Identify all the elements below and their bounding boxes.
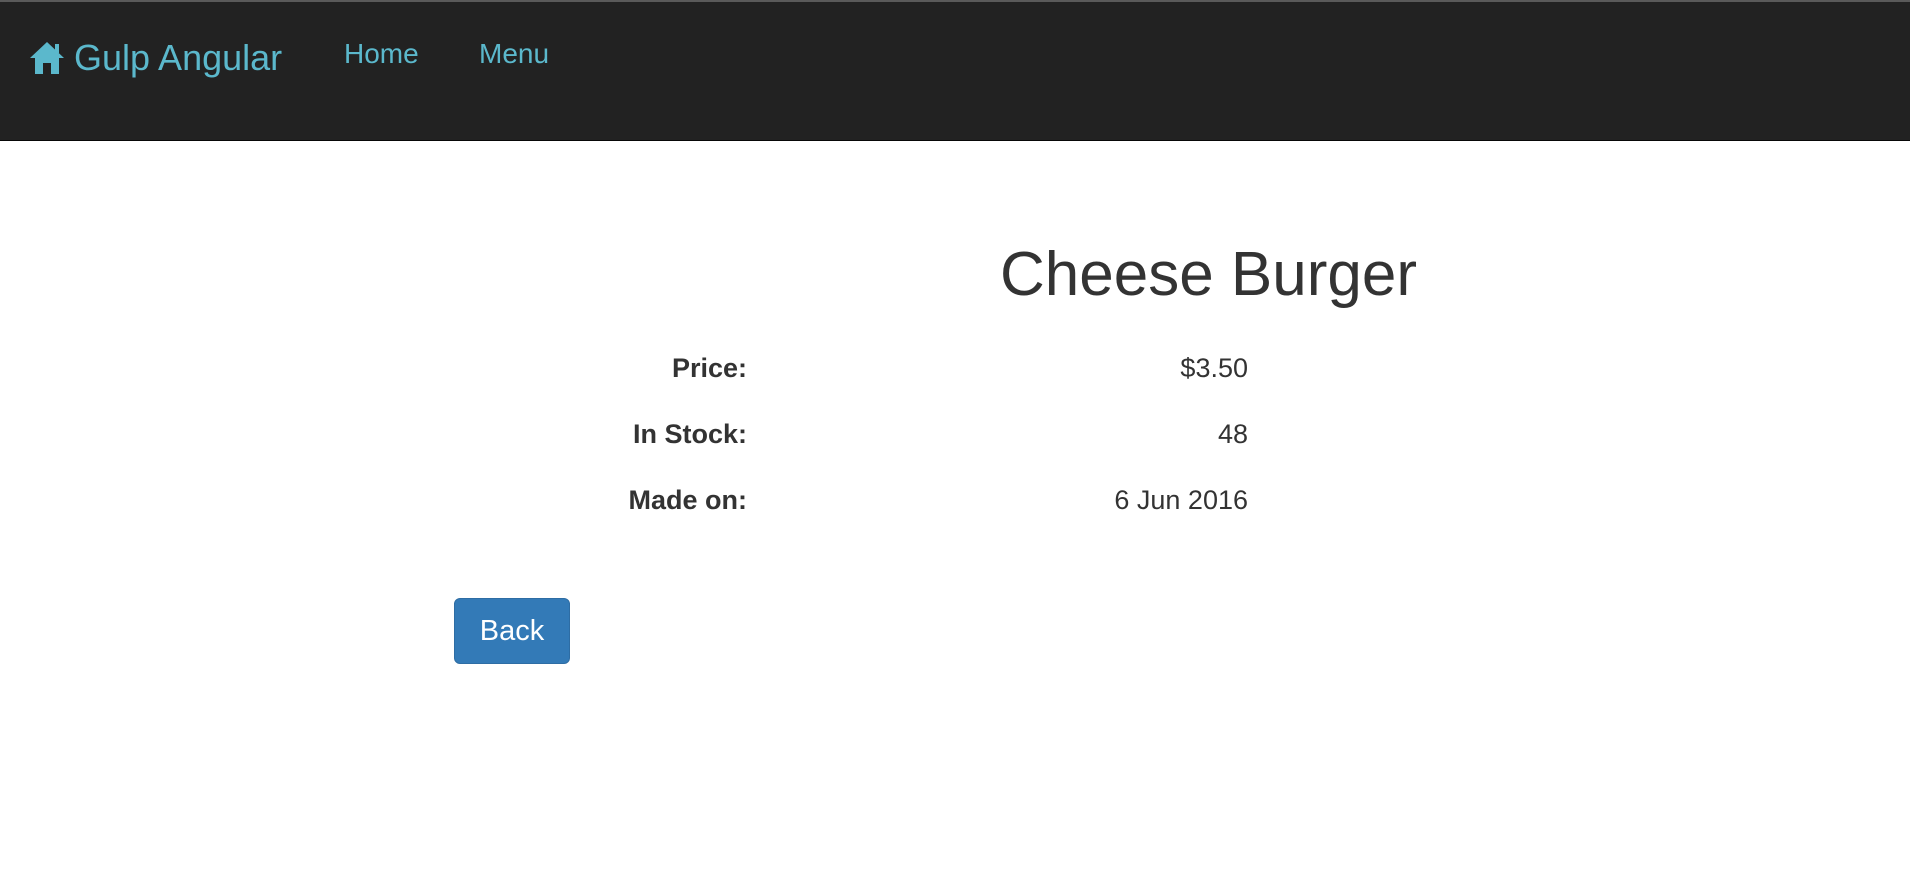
brand-label: Gulp Angular (74, 37, 283, 78)
detail-label: Price: (671, 353, 747, 383)
page-title: Cheese Burger (1000, 240, 1418, 309)
detail-label: In Stock: (632, 419, 747, 449)
detail-row-in-stock: In Stock: 48 (450, 412, 1250, 456)
brand-link[interactable]: Gulp Angular (28, 32, 282, 84)
detail-value: 6 Jun 2016 (1114, 485, 1248, 515)
home-icon (28, 39, 66, 77)
detail-row-price: Price: $3.50 (450, 346, 1250, 390)
back-button[interactable]: Back (454, 598, 570, 664)
detail-value: 48 (1217, 419, 1248, 449)
detail-value: $3.50 (1180, 353, 1248, 383)
navbar: Gulp Angular Home Menu (0, 0, 1910, 141)
nav-link-menu[interactable]: Menu (479, 34, 549, 74)
nav-link-home[interactable]: Home (344, 34, 419, 74)
detail-label: Made on: (628, 485, 748, 515)
detail-row-made-on: Made on: 6 Jun 2016 (450, 478, 1250, 522)
